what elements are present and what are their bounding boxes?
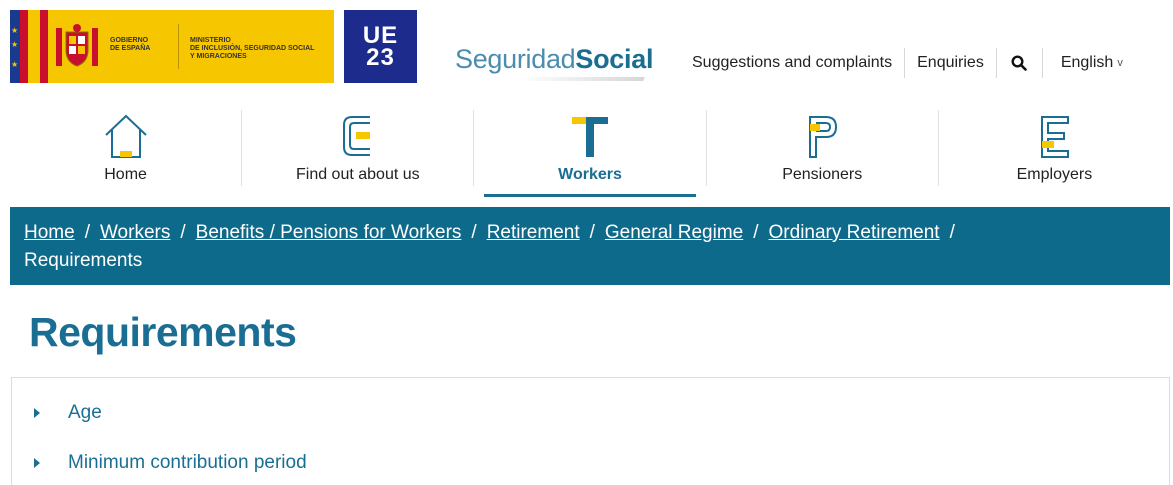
seguridad-social-logo[interactable]: SeguridadSocial	[455, 44, 653, 75]
nav-label: Workers	[558, 166, 622, 183]
suggestions-link[interactable]: Suggestions and complaints	[680, 48, 906, 78]
ministry-name: MINISTERIO DE INCLUSIÓN, SEGURIDAD SOCIA…	[190, 37, 315, 60]
house-icon	[104, 114, 147, 158]
main-nav: Home Find out about us Workers Pensioner…	[10, 110, 1170, 198]
nav-label: Find out about us	[295, 166, 420, 183]
breadcrumb-link-home[interactable]: Home	[24, 222, 75, 243]
language-label: English	[1060, 54, 1114, 71]
coat-of-arms-icon	[56, 24, 98, 67]
search-button[interactable]	[997, 48, 1043, 78]
letter-c-icon	[342, 116, 370, 156]
caret-right-icon	[34, 408, 40, 418]
letter-p-icon	[809, 116, 838, 158]
enquiries-link[interactable]: Enquiries	[905, 48, 997, 78]
letter-e-icon	[1041, 116, 1070, 158]
breadcrumb-link-general-regime[interactable]: General Regime	[605, 222, 743, 243]
nav-label: Pensioners	[782, 166, 863, 183]
nav-label: Employers	[1016, 166, 1093, 183]
breadcrumb-link-benefits[interactable]: Benefits / Pensions for Workers	[196, 222, 462, 243]
accordion-item-label: Age	[68, 402, 102, 423]
accordion-item-label: Minimum contribution period	[68, 452, 307, 473]
nav-item-home[interactable]: Home	[10, 110, 243, 186]
nav-item-find-out-about-us[interactable]: Find out about us	[242, 110, 475, 186]
government-logo[interactable]: ★ ★ ★ GOBIERNO DE ESPAÑA MINISTERIO DE I…	[10, 10, 334, 83]
logo-underline	[519, 77, 645, 81]
accordion-item-age[interactable]: Age	[12, 388, 1169, 438]
active-tab-indicator	[484, 194, 696, 197]
nav-item-pensioners[interactable]: Pensioners	[707, 110, 939, 186]
requirements-accordion: Age Minimum contribution period	[11, 377, 1170, 485]
page-title: Requirements	[29, 309, 297, 355]
breadcrumb-current: Requirements	[24, 250, 143, 271]
caret-right-icon	[34, 458, 40, 468]
chevron-down-icon: v	[1117, 57, 1123, 69]
breadcrumb-link-retirement[interactable]: Retirement	[487, 222, 580, 243]
breadcrumb: Home / Workers / Benefits / Pensions for Wor…	[10, 207, 1170, 285]
government-name: GOBIERNO DE ESPAÑA	[110, 37, 151, 52]
breadcrumb-link-ordinary-retirement[interactable]: Ordinary Retirement	[769, 222, 940, 243]
breadcrumb-link-workers[interactable]: Workers	[100, 222, 170, 243]
site-header: ★ ★ ★ GOBIERNO DE ESPAÑA MINISTERIO DE I…	[0, 0, 1173, 100]
nav-label: Home	[104, 166, 147, 183]
search-icon	[1011, 55, 1028, 71]
language-selector[interactable]: English v	[1043, 54, 1123, 72]
utility-nav: Suggestions and complaints Enquiries Eng…	[680, 48, 1123, 78]
accordion-item-minimum-contribution-period[interactable]: Minimum contribution period	[12, 438, 1169, 485]
letter-t-icon	[572, 117, 608, 157]
nav-item-workers[interactable]: Workers	[474, 110, 707, 197]
nav-item-employers[interactable]: Employers	[939, 110, 1170, 186]
ue-presidency-logo[interactable]: UE 23	[344, 10, 417, 83]
